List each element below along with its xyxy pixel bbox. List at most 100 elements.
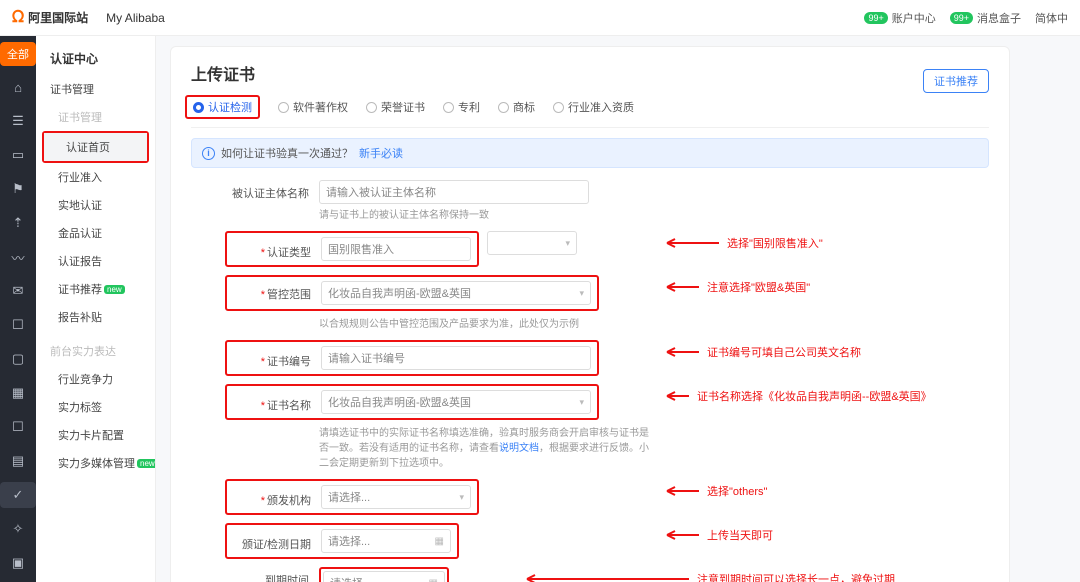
cert-type-select[interactable]: 国别限售准入 bbox=[321, 237, 471, 261]
tab-trademark[interactable]: 商标 bbox=[498, 99, 535, 115]
sidebar-item-recommend[interactable]: 证书推荐new bbox=[36, 275, 155, 303]
radio-icon bbox=[193, 102, 204, 113]
tab-software[interactable]: 软件著作权 bbox=[278, 99, 348, 115]
notice-link[interactable]: 新手必读 bbox=[359, 145, 403, 161]
upload-card: 上传证书 证书推荐 认证检测 软件著作权 荣誉证书 专利 商标 行业准入资质 i… bbox=[170, 46, 1010, 582]
rail-all[interactable]: 全部 bbox=[0, 42, 36, 66]
select-value: 国别限售准入 bbox=[328, 241, 394, 257]
tab-honor[interactable]: 荣誉证书 bbox=[366, 99, 425, 115]
help-notice: i 如何让证书验真一次通过？ 新手必读 bbox=[191, 138, 989, 168]
new-tag-icon: new bbox=[137, 459, 156, 468]
radio-icon bbox=[278, 102, 289, 113]
scope-label: *管控范围 bbox=[233, 281, 311, 302]
annotation-cert-name: 证书名称选择《化妆品自我声明函--欧盟&英国》 bbox=[661, 388, 932, 404]
sidebar-item-cards[interactable]: 实力卡片配置 bbox=[36, 421, 155, 449]
annotation-issue-date: 上传当天即可 bbox=[661, 527, 773, 543]
msg-box-link[interactable]: 99+ 消息盒子 bbox=[950, 10, 1021, 26]
logo-text: 阿里国际站 bbox=[28, 9, 88, 26]
rail-chat-icon[interactable]: ☐ bbox=[0, 312, 36, 338]
cert-type-label: *认证类型 bbox=[233, 239, 311, 260]
notice-text: 如何让证书验真一次通过？ bbox=[221, 145, 353, 161]
rail-box-icon[interactable]: ▢ bbox=[0, 346, 36, 372]
lang-switch[interactable]: 简体中 bbox=[1035, 10, 1068, 26]
sidebar-item-gold[interactable]: 金品认证 bbox=[36, 219, 155, 247]
user-center-link[interactable]: 99+ 账户中心 bbox=[864, 10, 935, 26]
sidebar-item-compete[interactable]: 行业竞争力 bbox=[36, 365, 155, 393]
sidebar-item-media[interactable]: 实力多媒体管理new bbox=[36, 449, 155, 477]
sidebar-item-subsidy[interactable]: 报告补贴 bbox=[36, 303, 155, 331]
cert-name-help-link[interactable]: 说明文档 bbox=[499, 443, 539, 454]
cert-name-select[interactable]: 化妆品自我声明函-欧盟&英国 ▾ bbox=[321, 390, 591, 414]
tab-label: 认证检测 bbox=[208, 99, 252, 115]
placeholder-text: 请选择... bbox=[330, 575, 372, 582]
logo-icon: ᘯ bbox=[12, 9, 24, 27]
cert-form: 被认证主体名称 请输入被认证主体名称 请与证书上的被认证主体名称保持一致 *认证… bbox=[191, 180, 989, 582]
issue-date-input[interactable]: 请选择...▦ bbox=[321, 529, 451, 553]
chevron-down-icon: ▾ bbox=[579, 288, 584, 299]
sidebar-group-cert[interactable]: 证书管理 bbox=[36, 75, 155, 103]
main-content: 上传证书 证书推荐 认证检测 软件著作权 荣誉证书 专利 商标 行业准入资质 i… bbox=[156, 36, 1080, 582]
rail-card-icon[interactable]: ▭ bbox=[0, 142, 36, 168]
new-tag-icon: new bbox=[104, 285, 125, 294]
chevron-down-icon: ▾ bbox=[459, 492, 464, 503]
rail-shop-icon[interactable]: ☰ bbox=[0, 108, 36, 134]
badge-icon: 99+ bbox=[950, 12, 973, 24]
rail-shield-icon[interactable]: ✓ bbox=[0, 482, 36, 508]
cert-no-input[interactable]: 请输入证书编号 bbox=[321, 346, 591, 370]
info-icon: i bbox=[202, 147, 215, 160]
annotation-scope: 注意选择"欧盟&英国" bbox=[661, 279, 810, 295]
page-title: 上传证书 bbox=[191, 61, 989, 85]
expire-date-input[interactable]: 请选择... ▦ bbox=[323, 571, 445, 582]
sidebar-group-express: 前台实力表达 bbox=[36, 337, 155, 365]
topbar: ᘯ 阿里国际站 My Alibaba 99+ 账户中心 99+ 消息盒子 简体中 bbox=[0, 0, 1080, 36]
cert-no-label: *证书编号 bbox=[233, 348, 311, 369]
placeholder-text: 请输入证书编号 bbox=[328, 350, 405, 366]
user-center-label: 账户中心 bbox=[892, 10, 936, 26]
scope-help: 以合规规则公告中管控范围及产品要求为准，此处仅为示例 bbox=[319, 317, 589, 332]
cert-type-tabs: 认证检测 软件著作权 荣誉证书 专利 商标 行业准入资质 bbox=[191, 95, 989, 128]
lang-label: 简体中 bbox=[1035, 10, 1068, 26]
cert-type-sub-select[interactable]: ▾ bbox=[487, 231, 577, 255]
select-value: 化妆品自我声明函-欧盟&英国 bbox=[328, 394, 471, 410]
tab-industry[interactable]: 行业准入资质 bbox=[553, 99, 634, 115]
tab-patent[interactable]: 专利 bbox=[443, 99, 480, 115]
logo[interactable]: ᘯ 阿里国际站 bbox=[12, 9, 88, 27]
rail-doc-icon[interactable]: ▤ bbox=[0, 448, 36, 474]
scope-select[interactable]: 化妆品自我声明函-欧盟&英国▾ bbox=[321, 281, 591, 305]
chevron-down-icon: ▾ bbox=[565, 238, 570, 249]
rail-chart-icon[interactable]: ⇡ bbox=[0, 210, 36, 236]
sidebar: 认证中心 证书管理 证书管理 认证首页 行业准入 实地认证 金品认证 认证报告 … bbox=[36, 36, 156, 582]
rail-flag-icon[interactable]: ⚑ bbox=[0, 176, 36, 202]
rail-msg-icon[interactable]: ✉ bbox=[0, 278, 36, 304]
rail-bag-icon[interactable]: ☐ bbox=[0, 414, 36, 440]
recommend-button[interactable]: 证书推荐 bbox=[923, 69, 989, 93]
sidebar-item-industry[interactable]: 行业准入 bbox=[36, 163, 155, 191]
rail-wave-icon[interactable]: 〰 bbox=[0, 244, 36, 270]
issuer-label: *颁发机构 bbox=[233, 487, 311, 508]
annotation-cert-no: 证书编号可填自己公司英文名称 bbox=[661, 344, 861, 360]
subject-input[interactable]: 请输入被认证主体名称 bbox=[319, 180, 589, 204]
tab-cert-check[interactable]: 认证检测 bbox=[193, 99, 252, 115]
cert-name-help: 请填选证书中的实际证书名称填选准确，验真时服务商会开启审核与证书是否一致。若没有… bbox=[319, 426, 649, 471]
radio-icon bbox=[366, 102, 377, 113]
chevron-down-icon: ▾ bbox=[579, 397, 584, 408]
rail-more-icon[interactable]: ▣ bbox=[0, 550, 36, 576]
issuer-select[interactable]: 请选择... ▾ bbox=[321, 485, 471, 509]
sidebar-item-report[interactable]: 认证报告 bbox=[36, 247, 155, 275]
radio-icon bbox=[553, 102, 564, 113]
rail-grid-icon[interactable]: ▦ bbox=[0, 380, 36, 406]
issue-date-label: 颁证/检测日期 bbox=[233, 531, 311, 552]
calendar-icon: ▦ bbox=[429, 578, 438, 582]
rail-home-icon[interactable]: ⌂ bbox=[0, 74, 36, 100]
sidebar-item-onsite[interactable]: 实地认证 bbox=[36, 191, 155, 219]
sidebar-item-tags[interactable]: 实力标签 bbox=[36, 393, 155, 421]
nav-rail: 全部 ⌂ ☰ ▭ ⚑ ⇡ 〰 ✉ ☐ ▢ ▦ ☐ ▤ ✓ ✧ ▣ bbox=[0, 36, 36, 582]
rail-star-icon[interactable]: ✧ bbox=[0, 516, 36, 542]
radio-icon bbox=[443, 102, 454, 113]
placeholder-text: 请选择... bbox=[328, 489, 370, 505]
expire-label: 到期时间 bbox=[231, 567, 309, 582]
sidebar-item-cert-manage[interactable]: 证书管理 bbox=[36, 103, 155, 131]
badge-icon: 99+ bbox=[864, 12, 887, 24]
tab-label: 专利 bbox=[458, 99, 480, 115]
sidebar-item-cert-home[interactable]: 认证首页 bbox=[44, 133, 147, 161]
